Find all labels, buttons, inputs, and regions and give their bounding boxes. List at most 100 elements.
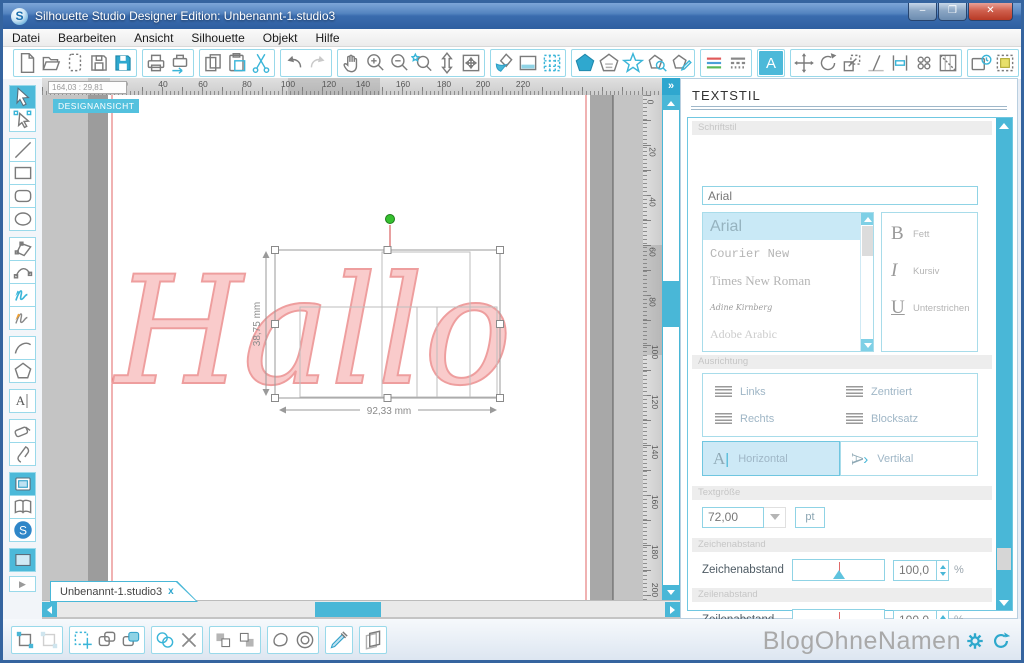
menu-bearbeiten[interactable]: Bearbeiten [49, 31, 125, 45]
scroll-up-button[interactable] [996, 118, 1012, 133]
print-send-icon[interactable] [168, 51, 192, 75]
duplicate-icon[interactable] [95, 628, 119, 652]
rectangle-tool[interactable] [9, 161, 36, 185]
color-picker-icon[interactable] [327, 628, 351, 652]
scroll-thumb[interactable] [997, 548, 1011, 570]
char-spacing-slider[interactable] [792, 559, 885, 581]
bold-option[interactable]: B Fett [891, 223, 977, 245]
send-clock-icon[interactable] [969, 51, 993, 75]
canvas-drawing[interactable]: Hallo 38,75 mm [42, 95, 643, 600]
redo-icon[interactable] [306, 51, 330, 75]
bring-forward-icon[interactable] [211, 628, 235, 652]
copy-icon[interactable] [201, 51, 225, 75]
menu-silhouette[interactable]: Silhouette [182, 31, 253, 45]
zoom-in-icon[interactable] [363, 51, 387, 75]
zoom-selection-icon[interactable] [411, 51, 435, 75]
modify-icon[interactable] [936, 51, 960, 75]
shape-magnify-icon[interactable] [645, 51, 669, 75]
scroll-up-button[interactable] [861, 213, 874, 225]
font-list[interactable]: Arial Courier New Times New Roman Adine … [702, 212, 874, 352]
vertical-scrollbar[interactable] [662, 95, 680, 600]
scroll-down-button[interactable] [861, 339, 874, 351]
ungroup-icon[interactable] [37, 628, 61, 652]
select-all-icon[interactable] [71, 628, 95, 652]
size-dropdown-icon[interactable] [764, 507, 786, 528]
maximize-button[interactable]: ❐ [938, 3, 967, 21]
font-size-input[interactable] [702, 507, 764, 528]
title-bar[interactable]: S Silhouette Studio Designer Edition: Un… [3, 3, 1021, 29]
design-canvas[interactable]: 20 40 60 80 100 120 140 160 180 200 220 … [42, 78, 680, 619]
group-icon[interactable] [13, 628, 37, 652]
menu-ansicht[interactable]: Ansicht [125, 31, 182, 45]
italic-option[interactable]: I Kursiv [891, 260, 977, 282]
delete-icon[interactable] [177, 628, 201, 652]
trace-icon[interactable] [993, 51, 1017, 75]
shape-filled-icon[interactable] [573, 51, 597, 75]
print-icon[interactable] [144, 51, 168, 75]
open-recent-icon[interactable] [63, 51, 87, 75]
tab-close-icon[interactable]: x [168, 586, 174, 597]
offset-icon[interactable] [269, 628, 293, 652]
close-button[interactable]: ✕ [968, 3, 1013, 21]
font-list-item[interactable]: Adine Kirnberg [703, 294, 873, 321]
save-to-library-icon[interactable] [111, 51, 135, 75]
design-page-tool[interactable] [9, 472, 36, 496]
shape-star-icon[interactable] [621, 51, 645, 75]
shape-draw-icon[interactable] [669, 51, 693, 75]
line-tool[interactable] [9, 138, 36, 162]
smooth-freehand-tool[interactable] [9, 306, 36, 330]
horizontal-scroll-thumb[interactable] [315, 602, 381, 617]
font-name-input[interactable] [702, 186, 978, 205]
polygon-tool[interactable] [9, 237, 36, 261]
save-icon[interactable] [87, 51, 111, 75]
edit-points-tool[interactable] [9, 108, 36, 132]
expand-panel-button[interactable]: » [662, 78, 680, 95]
internal-offset-icon[interactable] [293, 628, 317, 652]
preview-tool[interactable] [9, 548, 36, 572]
library-tool[interactable] [9, 495, 36, 519]
rounded-rectangle-tool[interactable] [9, 184, 36, 208]
scroll-right-button[interactable] [665, 602, 680, 617]
char-spacing-stepper[interactable] [937, 560, 949, 581]
line-color-icon[interactable] [702, 51, 726, 75]
store-tool[interactable]: S [9, 518, 36, 542]
refresh-icon[interactable] [991, 631, 1011, 651]
arc-tool[interactable] [9, 336, 36, 360]
shear-icon[interactable] [864, 51, 888, 75]
line-style-icon[interactable] [726, 51, 750, 75]
new-document-icon[interactable] [15, 51, 39, 75]
move-icon[interactable] [792, 51, 816, 75]
fill-bucket-icon[interactable] [492, 51, 516, 75]
menu-datei[interactable]: Datei [3, 31, 49, 45]
scale-icon[interactable] [840, 51, 864, 75]
scroll-down-button[interactable] [663, 585, 679, 599]
zoom-out-icon[interactable] [387, 51, 411, 75]
play-button[interactable]: ▶ [9, 576, 36, 592]
align-right-option[interactable]: Rechts [715, 405, 846, 432]
scroll-left-button[interactable] [42, 602, 57, 617]
vertical-scroll-thumb[interactable] [663, 281, 679, 327]
select-tool[interactable] [9, 85, 36, 109]
orientation-horizontal-option[interactable]: A| Horizontal [702, 441, 840, 476]
minimize-button[interactable]: – [908, 3, 937, 21]
rotate-icon[interactable] [816, 51, 840, 75]
horizontal-scrollbar[interactable] [42, 600, 680, 617]
regular-polygon-tool[interactable] [9, 359, 36, 383]
drag-zoom-icon[interactable] [435, 51, 459, 75]
scroll-thumb[interactable] [862, 226, 873, 256]
align-left-option[interactable]: Links [715, 378, 846, 405]
font-list-item[interactable]: Adobe Arabic [703, 321, 873, 348]
ellipse-tool[interactable] [9, 207, 36, 231]
replicate-icon[interactable] [912, 51, 936, 75]
artwork-text[interactable]: Hallo [112, 245, 512, 419]
curve-tool[interactable] [9, 260, 36, 284]
page-setup-icon[interactable] [516, 51, 540, 75]
text-tool[interactable]: A [9, 389, 36, 413]
shape-outline-icon[interactable] [597, 51, 621, 75]
align-center-option[interactable]: Zentriert [846, 378, 977, 405]
char-spacing-input[interactable] [893, 560, 937, 581]
rotate-handle[interactable] [386, 215, 395, 224]
eraser-tool[interactable] [9, 419, 36, 443]
underline-option[interactable]: U Unterstrichen [891, 297, 977, 319]
settings-gear-icon[interactable] [965, 631, 985, 651]
